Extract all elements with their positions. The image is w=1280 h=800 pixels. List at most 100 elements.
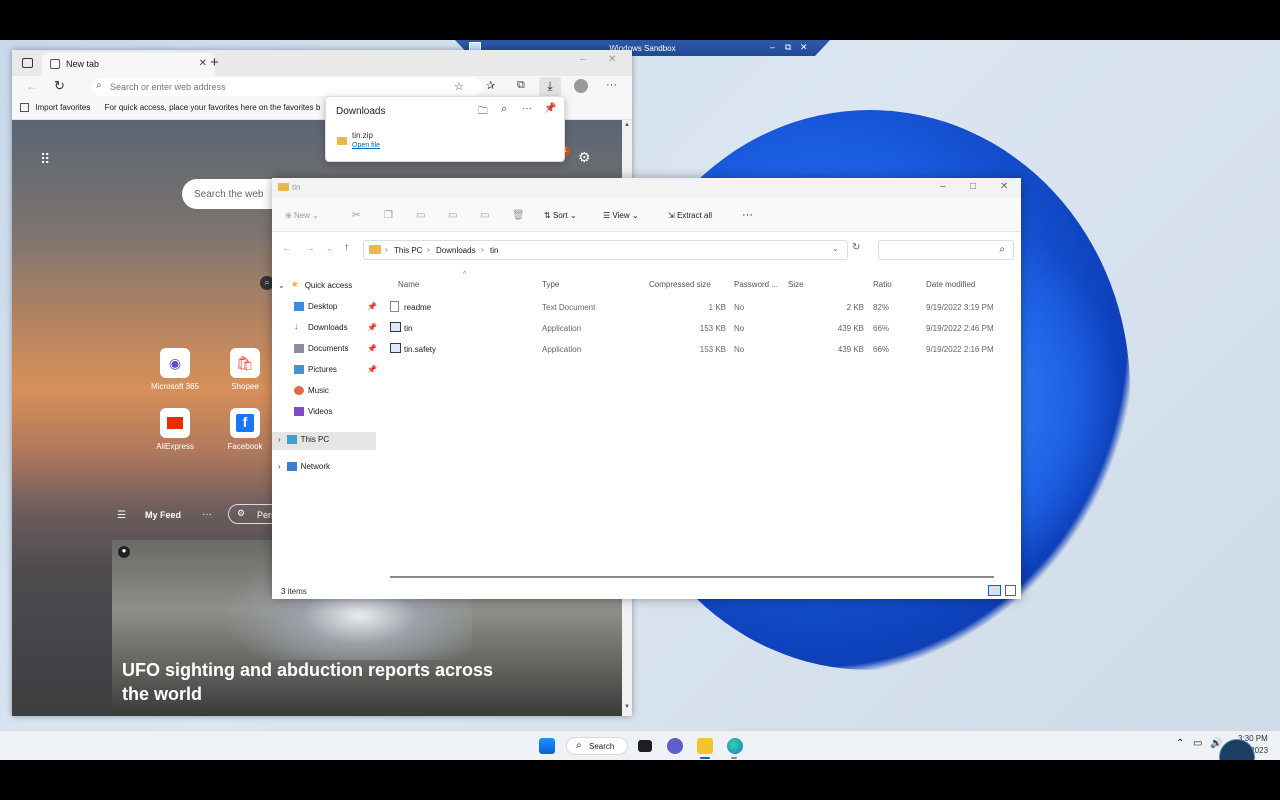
nav-desktop[interactable]: Desktop 📌 (272, 299, 377, 317)
nav-documents[interactable]: Documents 📌 (272, 341, 377, 359)
copy-icon[interactable]: ❐ (384, 210, 393, 221)
tile-aliexpress[interactable] (160, 408, 190, 438)
explorer-maximize-button[interactable]: □ (970, 181, 976, 192)
folder-icon[interactable]: 🗀 (478, 104, 488, 121)
back-icon[interactable]: ← (282, 243, 292, 254)
favorites-icon[interactable]: ✰ (486, 79, 495, 92)
gear-icon[interactable]: ⚙ (578, 149, 591, 166)
horizontal-scrollbar[interactable] (390, 576, 994, 578)
file-explorer-icon[interactable] (697, 738, 713, 754)
pictures-icon (294, 365, 304, 374)
refresh-icon[interactable]: ↻ (54, 78, 65, 94)
feed-more-button[interactable]: ··· (202, 509, 212, 520)
search-input[interactable]: ⌕ (878, 240, 1014, 260)
back-icon[interactable]: ← (26, 79, 38, 93)
view-button[interactable]: ☰ View ⌄ (603, 211, 639, 220)
sort-button[interactable]: ⇅ Sort ⌄ (544, 211, 577, 220)
monitor-icon[interactable]: ▭ (1193, 738, 1202, 749)
explorer-minimize-button[interactable]: – (940, 181, 946, 192)
sandbox-minimize-button[interactable]: ‒ (770, 42, 775, 52)
extract-all-button[interactable]: ⇲ Extract all (668, 211, 712, 220)
breadcrumb[interactable]: › This PC › Downloads › tin ⌄ (363, 240, 848, 260)
breadcrumb-downloads[interactable]: Downloads (436, 246, 476, 255)
collections-icon[interactable]: ⧉ (517, 79, 525, 92)
explorer-titlebar[interactable]: tin – □ ✕ (272, 178, 1021, 198)
tile-microsoft-365[interactable]: ◉ (160, 348, 190, 378)
table-row[interactable]: tin.safety Application 153 KB No 439 KB … (380, 339, 1021, 359)
column-name[interactable]: Name (398, 280, 419, 289)
details-view-icon[interactable] (988, 585, 1001, 596)
chevron-down-icon[interactable]: ⌄ (832, 244, 839, 253)
pin-icon[interactable]: 📌 (544, 103, 556, 114)
add-favorite-icon[interactable]: ☆ (454, 80, 464, 93)
column-date-modified[interactable]: Date modified (926, 280, 975, 289)
explorer-close-button[interactable]: ✕ (1000, 181, 1008, 192)
column-ratio[interactable]: Ratio (873, 280, 892, 289)
more-options-icon[interactable]: ··· (522, 103, 532, 114)
scroll-up-icon[interactable]: ▲ (624, 122, 630, 128)
column-size[interactable]: Size (788, 280, 804, 289)
chevron-down-icon: ⌄ (278, 281, 285, 290)
news-headline[interactable]: UFO sighting and abduction reports acros… (122, 658, 512, 706)
import-favorites-link[interactable]: Import favorites (35, 103, 90, 112)
forward-icon[interactable]: → (305, 243, 315, 254)
sandbox-close-button[interactable]: ✕ (800, 42, 808, 53)
edge-minimize-button[interactable]: – (580, 54, 586, 65)
tile-shopee[interactable]: 🛍 (230, 348, 260, 378)
nav-network[interactable]: › Network (272, 459, 376, 477)
new-tab-button[interactable]: + (210, 54, 219, 71)
column-password[interactable]: Password ... (734, 280, 778, 289)
cell-name: readme (404, 303, 432, 312)
tab-new-tab[interactable]: New tab ✕ (42, 53, 215, 76)
share-icon[interactable]: ▭ (480, 210, 489, 221)
column-type[interactable]: Type (542, 280, 559, 289)
tab-strip: New tab ✕ + – ✕ (12, 50, 632, 76)
address-bar[interactable]: ⌕ Search or enter web address (92, 78, 482, 96)
table-row[interactable]: tin Application 153 KB No 439 KB 66% 9/1… (380, 318, 1021, 338)
nav-this-pc[interactable]: › This PC (272, 432, 376, 450)
edge-icon[interactable] (727, 738, 743, 754)
new-button[interactable]: ⊕ New ⌄ (285, 211, 319, 220)
breadcrumb-tin[interactable]: tin (490, 246, 498, 255)
cut-icon[interactable]: ✂ (352, 210, 360, 221)
up-icon[interactable]: ↑ (344, 242, 349, 253)
table-row[interactable]: readme Text Document 1 KB No 2 KB 82% 9/… (380, 297, 1021, 317)
recent-locations-icon[interactable]: ⌄ (326, 244, 333, 253)
paste-icon[interactable]: ▭ (416, 210, 425, 221)
download-file-name[interactable]: tin.zip (352, 131, 373, 140)
nav-pictures[interactable]: Pictures 📌 (272, 362, 377, 380)
profile-avatar[interactable] (574, 79, 588, 93)
refresh-icon[interactable]: ↻ (852, 242, 860, 253)
tab-actions-icon[interactable] (22, 58, 33, 68)
start-icon[interactable] (539, 738, 555, 754)
delete-icon[interactable]: 🗑 (512, 210, 525, 221)
chevron-up-icon[interactable]: ⌃ (1176, 738, 1184, 749)
chevron-right-icon: › (427, 245, 430, 254)
tiles-view-icon[interactable] (1005, 585, 1016, 596)
column-compressed-size[interactable]: Compressed size (649, 280, 711, 289)
settings-more-icon[interactable]: ··· (606, 79, 617, 91)
tile-facebook[interactable]: f (230, 408, 260, 438)
task-view-icon[interactable] (638, 740, 652, 752)
my-feed-tab[interactable]: My Feed (145, 510, 181, 520)
breadcrumb-this-pc[interactable]: This PC (394, 246, 422, 255)
apps-grid-icon[interactable]: ⠿ (40, 151, 50, 168)
downloads-icon[interactable]: ⤓ (539, 77, 561, 97)
new-label: New (293, 211, 310, 220)
taskbar-search-button[interactable]: ⌕ Search (566, 737, 628, 755)
scroll-down-icon[interactable]: ▼ (624, 704, 630, 710)
close-tab-icon[interactable]: ✕ (199, 58, 207, 69)
nav-music[interactable]: Music (272, 383, 376, 401)
open-file-link[interactable]: Open file (352, 142, 380, 149)
nav-videos[interactable]: Videos (272, 404, 376, 422)
nav-quick-access[interactable]: ⌄ ★ Quick access (272, 278, 376, 296)
edge-close-button[interactable]: ✕ (608, 54, 616, 65)
nav-downloads[interactable]: ↓ Downloads 📌 (272, 320, 377, 338)
rename-icon[interactable]: ▭ (448, 210, 457, 221)
menu-icon[interactable]: ☰ (117, 510, 126, 521)
cell-type: Text Document (542, 303, 596, 312)
sandbox-restore-button[interactable]: ⧉ (785, 42, 791, 53)
chat-icon[interactable] (667, 738, 683, 754)
see-more-button[interactable]: ··· (742, 209, 753, 221)
search-icon[interactable]: ⌕ (501, 103, 507, 116)
